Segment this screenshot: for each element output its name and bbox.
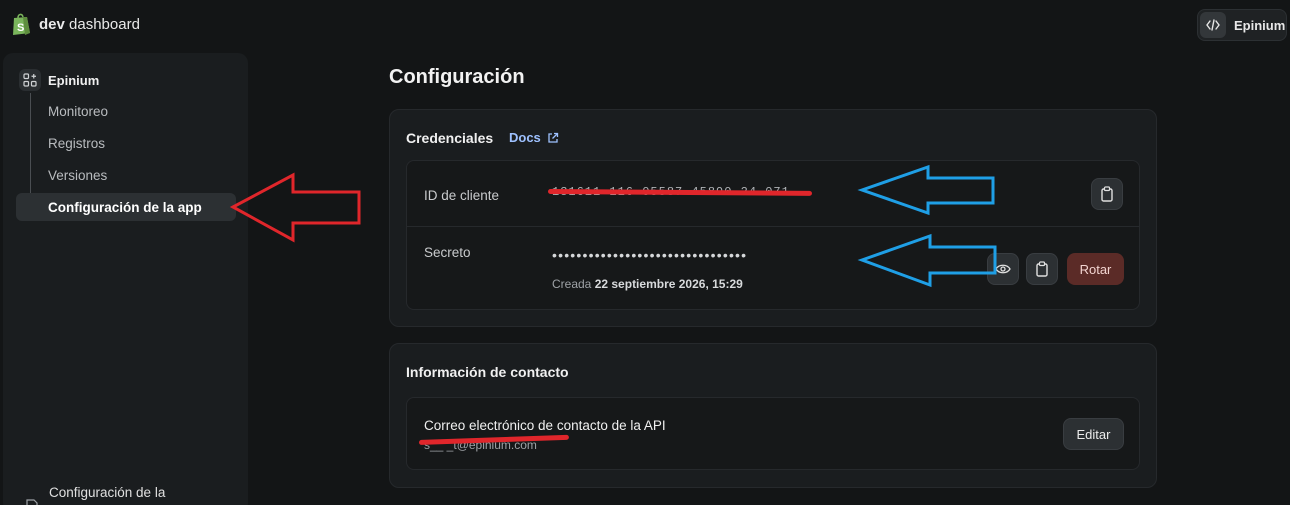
brand-bold: dev <box>39 16 65 33</box>
created-prefix: Creada <box>552 277 592 291</box>
rotate-secret-button[interactable]: Rotar <box>1067 253 1124 285</box>
credentials-panel: ID de cliente 131611 116 05587 45890 24 … <box>406 160 1140 310</box>
edit-contact-button[interactable]: Editar <box>1063 418 1124 450</box>
shopify-bag-icon[interactable]: S <box>10 12 32 36</box>
docs-link[interactable]: Docs <box>509 130 559 145</box>
copy-secret-button[interactable] <box>1026 253 1058 285</box>
contact-panel: Correo electrónico de contacto de la API… <box>406 397 1140 470</box>
code-icon <box>1200 12 1226 38</box>
page-title: Configuración <box>389 66 525 88</box>
sidebar-item-versiones[interactable]: Versiones <box>48 168 107 183</box>
sidebar-item-monitoreo[interactable]: Monitoreo <box>48 104 108 119</box>
svg-text:S: S <box>17 22 24 34</box>
clipboard-icon <box>1036 261 1048 277</box>
external-link-icon <box>548 132 558 143</box>
account-name: Epinium <box>1234 17 1286 33</box>
sidebar-bottom-label: Configuración de la <box>49 485 166 500</box>
sidebar-item-configuracion-app-label: Configuración de la app <box>48 200 202 215</box>
row-divider <box>407 226 1139 227</box>
created-date: 22 septiembre 2026, 15:29 <box>594 277 743 291</box>
brand-rest: dashboard <box>69 16 140 33</box>
api-contact-email-label: Correo electrónico de contacto de la API <box>424 418 666 433</box>
nav-tree-line <box>30 93 31 205</box>
reveal-secret-button[interactable] <box>987 253 1019 285</box>
account-button[interactable]: Epinium <box>1197 9 1287 41</box>
sidebar-app-header[interactable]: Epinium <box>19 69 99 91</box>
eye-icon <box>995 264 1011 274</box>
brand-title: dev dashboard <box>39 16 140 33</box>
document-icon <box>26 499 38 505</box>
sidebar: Epinium Monitoreo Registros Versiones Co… <box>3 53 248 505</box>
contact-title: Información de contacto <box>406 364 569 380</box>
top-bar: S dev dashboard Epinium <box>0 0 1290 50</box>
clipboard-icon <box>1101 186 1113 202</box>
secret-value: •••••••••••••••••••••••••••••••• <box>552 247 748 263</box>
secret-label: Secreto <box>424 245 471 260</box>
secret-created-text: Creada 22 septiembre 2026, 15:29 <box>552 277 743 291</box>
apps-grid-icon <box>19 69 41 91</box>
copy-client-id-button[interactable] <box>1091 178 1123 210</box>
credentials-title: Credenciales <box>406 130 494 146</box>
credentials-card: Credenciales Docs ID de cliente 131611 1… <box>389 109 1157 327</box>
docs-link-label: Docs <box>509 130 541 145</box>
red-arrow-icon <box>229 172 361 243</box>
sidebar-app-name: Epinium <box>48 72 100 88</box>
sidebar-bottom-item[interactable]: Configuración de la <box>25 485 165 505</box>
client-id-label: ID de cliente <box>424 188 500 203</box>
sidebar-item-registros[interactable]: Registros <box>48 136 105 151</box>
contact-card: Información de contacto Correo electróni… <box>389 343 1157 488</box>
